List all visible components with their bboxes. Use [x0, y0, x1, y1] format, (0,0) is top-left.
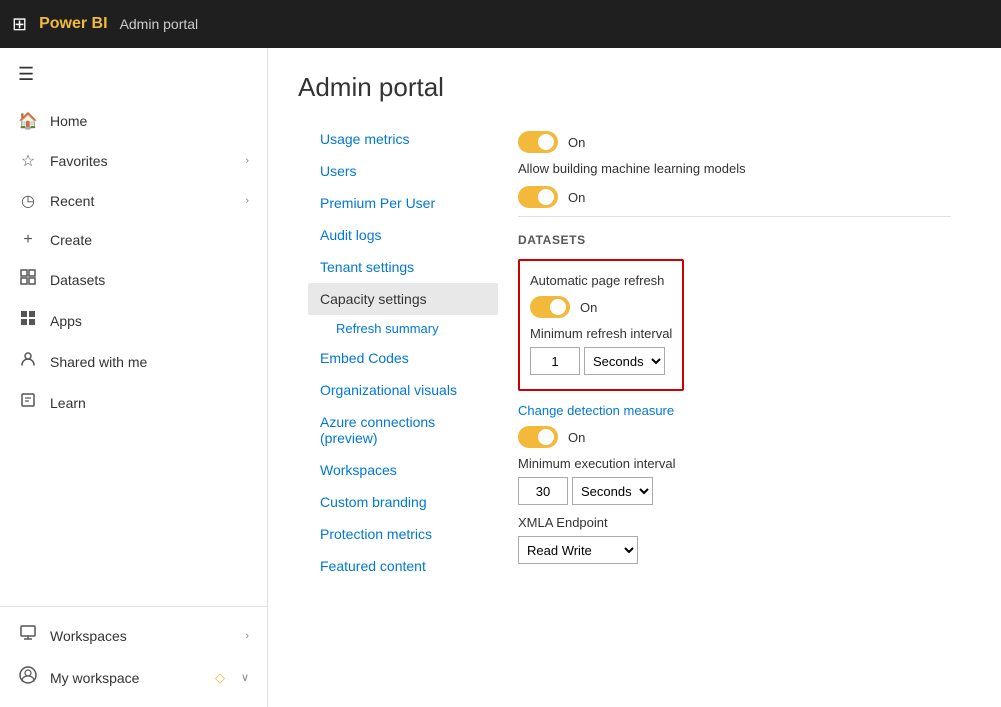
topbar: ⊞ Power BI Admin portal — [0, 0, 1001, 48]
avatar-icon — [18, 666, 38, 689]
toggle4-row: On — [518, 426, 951, 448]
chevron-down-icon: ∨ — [241, 671, 249, 684]
apps-icon — [18, 310, 38, 331]
sidebar-item-apps[interactable]: Apps — [0, 300, 267, 341]
chevron-right-icon: › — [245, 630, 249, 642]
admin-content: Admin portal Usage metrics Users Premium… — [268, 48, 1001, 707]
sidebar-item-label: Recent — [50, 193, 233, 209]
plus-icon: + — [18, 231, 38, 249]
grid-icon[interactable]: ⊞ — [12, 14, 27, 35]
execution-interval-input[interactable] — [518, 477, 568, 505]
toggle4-label: On — [568, 430, 585, 445]
sidebar-item-label: Home — [50, 113, 249, 129]
toggle2-row: On — [518, 186, 951, 208]
sidebar-item-learn[interactable]: Learn — [0, 382, 267, 423]
sub-nav-tenant[interactable]: Tenant settings — [308, 251, 498, 283]
sidebar-item-create[interactable]: + Create — [0, 221, 267, 259]
execution-interval-row: Seconds Minutes Hours — [518, 477, 951, 505]
settings-panel: On Allow building machine learning model… — [498, 123, 971, 683]
toggle1[interactable] — [518, 131, 558, 153]
sub-nav-embed[interactable]: Embed Codes — [308, 342, 498, 374]
clock-icon: ◷ — [18, 191, 38, 211]
workspaces-icon — [18, 625, 38, 646]
star-icon: ☆ — [18, 151, 38, 171]
xmla-label: XMLA Endpoint — [518, 515, 951, 530]
sidebar-item-home[interactable]: 🏠 Home — [0, 101, 267, 141]
refresh-unit-select[interactable]: Seconds Minutes Hours — [584, 347, 665, 375]
diamond-icon: ◇ — [215, 670, 225, 686]
sidebar-item-label: Datasets — [50, 272, 249, 288]
min-execution-label: Minimum execution interval — [518, 456, 951, 471]
sidebar-nav: 🏠 Home ☆ Favorites › ◷ Recent › + Create — [0, 101, 267, 606]
auto-refresh-label: Automatic page refresh — [530, 273, 672, 288]
datasets-header: DATASETS — [518, 233, 951, 247]
datasets-icon — [18, 269, 38, 290]
sub-nav-workspaces[interactable]: Workspaces — [308, 454, 498, 486]
sidebar-item-workspaces[interactable]: Workspaces › — [0, 615, 267, 656]
sidebar: ☰ 🏠 Home ☆ Favorites › ◷ Recent › + Crea… — [0, 48, 268, 707]
ml-models-label: Allow building machine learning models — [518, 161, 951, 176]
toggle3-row: On — [530, 296, 672, 318]
app-logo: Power BI — [39, 15, 107, 33]
toggle1-row: On — [518, 131, 951, 153]
sidebar-item-datasets[interactable]: Datasets — [0, 259, 267, 300]
xmla-select[interactable]: Read Write Read Only Off — [518, 536, 638, 564]
portal-title: Admin portal — [120, 16, 199, 32]
sidebar-item-myworkspace[interactable]: My workspace ◇ ∨ — [0, 656, 267, 699]
sub-nav: Usage metrics Users Premium Per User Aud… — [298, 123, 498, 683]
toggle2-label: On — [568, 190, 585, 205]
page-title: Admin portal — [298, 72, 971, 103]
xmla-row: Read Write Read Only Off — [518, 536, 951, 564]
content-area: Admin portal Usage metrics Users Premium… — [268, 48, 1001, 707]
sub-nav-usage[interactable]: Usage metrics — [308, 123, 498, 155]
min-refresh-label: Minimum refresh interval — [530, 326, 672, 341]
toggle3[interactable] — [530, 296, 570, 318]
sidebar-item-label: Shared with me — [50, 354, 249, 370]
sub-nav-featured[interactable]: Featured content — [308, 550, 498, 582]
sidebar-bottom: Workspaces › My workspace ◇ ∨ — [0, 606, 267, 707]
automatic-refresh-box: Automatic page refresh On Minimum refres… — [518, 259, 684, 391]
sidebar-item-label: Learn — [50, 395, 249, 411]
toggle3-label: On — [580, 300, 597, 315]
chevron-right-icon: › — [245, 155, 249, 167]
sub-nav-capacity[interactable]: Capacity settings — [308, 283, 498, 315]
sub-nav-premium[interactable]: Premium Per User — [308, 187, 498, 219]
sidebar-item-label: Favorites — [50, 153, 233, 169]
sidebar-item-label: My workspace — [50, 670, 203, 686]
sub-nav-branding[interactable]: Custom branding — [308, 486, 498, 518]
sub-nav-protection[interactable]: Protection metrics — [308, 518, 498, 550]
refresh-interval-row: Seconds Minutes Hours — [530, 347, 672, 375]
sub-nav-audit[interactable]: Audit logs — [308, 219, 498, 251]
sub-nav-users[interactable]: Users — [308, 155, 498, 187]
sub-nav-azure[interactable]: Azure connections (preview) — [308, 406, 498, 454]
home-icon: 🏠 — [18, 111, 38, 131]
refresh-interval-input[interactable] — [530, 347, 580, 375]
sidebar-item-recent[interactable]: ◷ Recent › — [0, 181, 267, 221]
sidebar-item-shared[interactable]: Shared with me — [0, 341, 267, 382]
sidebar-item-label: Workspaces — [50, 628, 233, 644]
sidebar-item-label: Apps — [50, 313, 249, 329]
toggle4[interactable] — [518, 426, 558, 448]
execution-unit-select[interactable]: Seconds Minutes Hours — [572, 477, 653, 505]
sub-nav-org-visuals[interactable]: Organizational visuals — [308, 374, 498, 406]
chevron-right-icon: › — [245, 195, 249, 207]
sidebar-item-label: Create — [50, 232, 249, 248]
hamburger-icon[interactable]: ☰ — [0, 48, 267, 101]
toggle1-label: On — [568, 135, 585, 150]
sub-nav-refresh[interactable]: Refresh summary — [308, 315, 498, 342]
shared-icon — [18, 351, 38, 372]
learn-icon — [18, 392, 38, 413]
toggle2[interactable] — [518, 186, 558, 208]
sidebar-item-favorites[interactable]: ☆ Favorites › — [0, 141, 267, 181]
main-layout: ☰ 🏠 Home ☆ Favorites › ◷ Recent › + Crea… — [0, 48, 1001, 707]
change-detection-label[interactable]: Change detection measure — [518, 403, 951, 418]
